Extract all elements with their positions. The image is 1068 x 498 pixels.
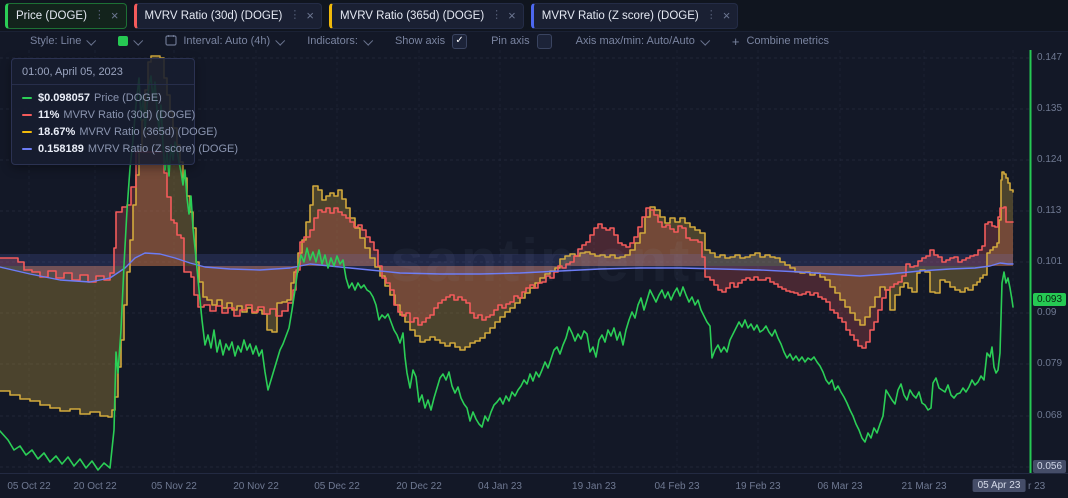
tooltip-row-zscore: 0.158189 MVRV Ratio (Z score) (DOGE) <box>22 143 184 156</box>
clipped-date-label: r 23 <box>1028 481 1045 492</box>
mvrv30-series-dash-icon <box>22 114 32 116</box>
tooltip-value: $0.098057 <box>38 92 90 105</box>
tooltip-timestamp: 01:00, April 05, 2023 <box>12 59 194 85</box>
crosshair-date-badge: 05 Apr 23 <box>973 479 1026 492</box>
chart-tooltip: 01:00, April 05, 2023 $0.098057 Price (D… <box>11 58 195 165</box>
tooltip-value: 0.158189 <box>38 143 84 156</box>
tooltip-row-price: $0.098057 Price (DOGE) <box>22 92 184 105</box>
tooltip-label: Price (DOGE) <box>94 92 162 105</box>
tooltip-value: 18.67% <box>38 126 75 139</box>
tooltip-value: 11% <box>38 109 59 122</box>
tooltip-row-mvrv30: 11% MVRV Ratio (30d) (DOGE) <box>22 109 184 122</box>
price-series-dash-icon <box>22 97 32 99</box>
tooltip-label: MVRV Ratio (Z score) (DOGE) <box>88 143 238 156</box>
last-price-badge: 0.093 <box>1033 293 1066 306</box>
zscore-series-dash-icon <box>22 148 32 150</box>
tooltip-row-mvrv365: 18.67% MVRV Ratio (365d) (DOGE) <box>22 126 184 139</box>
mvrv365-series-dash-icon <box>22 131 32 133</box>
tooltip-label: MVRV Ratio (365d) (DOGE) <box>79 126 217 139</box>
santiment-chart-app: Price (DOGE) ⋮ × MVRV Ratio (30d) (DOGE)… <box>0 0 1068 498</box>
axis-min-badge: 0.056 <box>1033 460 1066 473</box>
tooltip-label: MVRV Ratio (30d) (DOGE) <box>63 109 195 122</box>
tooltip-body: $0.098057 Price (DOGE) 11% MVRV Ratio (3… <box>12 85 194 164</box>
